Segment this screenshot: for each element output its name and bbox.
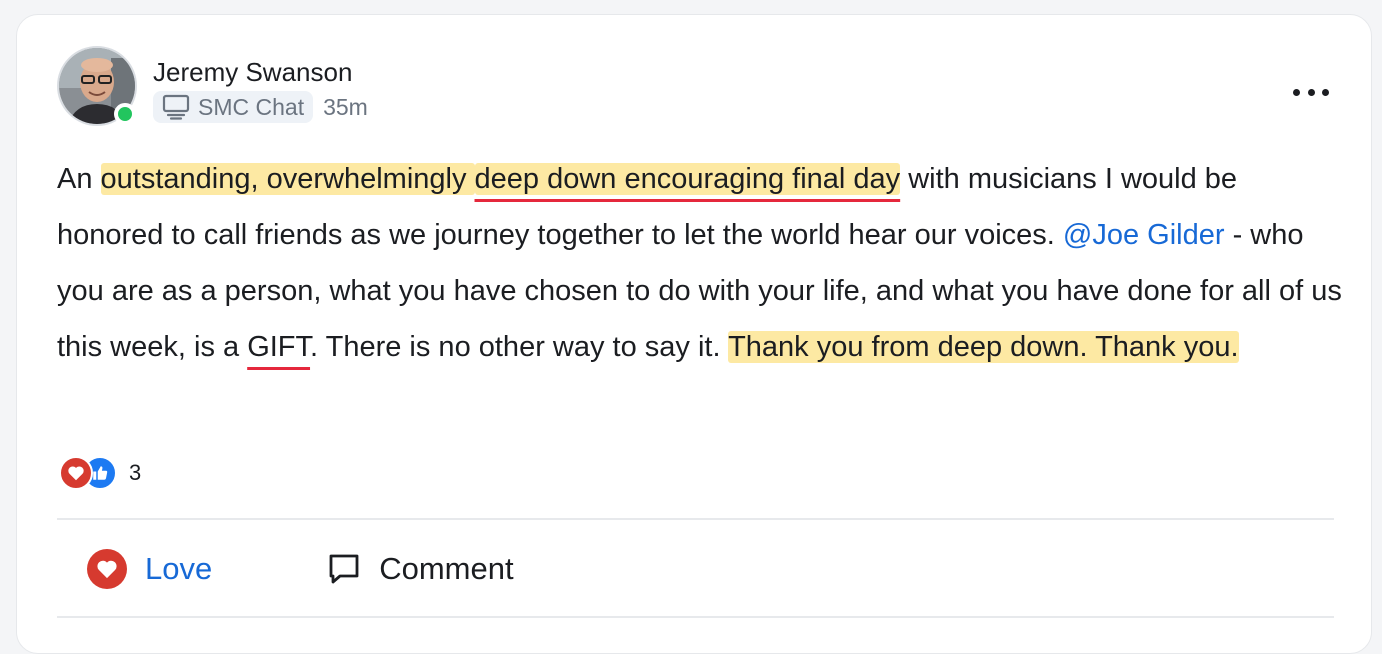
- post-meta: SMC Chat 35m: [153, 90, 368, 124]
- monitor-icon: [162, 94, 190, 120]
- highlighted-text: outstanding, overwhelmingly: [100, 163, 475, 195]
- heart-icon: [87, 549, 127, 589]
- post-body: An outstanding, overwhelmingly deep down…: [57, 151, 1347, 375]
- post-card: Jeremy Swanson SMC Chat 35m An outstandi…: [16, 14, 1372, 654]
- space-name: SMC Chat: [198, 93, 305, 120]
- divider: [57, 518, 1334, 520]
- reaction-summary[interactable]: 3: [59, 455, 141, 491]
- post-header: Jeremy Swanson SMC Chat 35m: [57, 46, 1337, 128]
- speech-bubble-icon: [329, 554, 359, 584]
- author-name[interactable]: Jeremy Swanson: [153, 57, 352, 87]
- love-label: Love: [145, 551, 213, 586]
- highlighted-underlined-text: deep down encouraging final day: [474, 163, 901, 195]
- comment-button[interactable]: Comment: [327, 551, 514, 587]
- post-actions: Love Comment: [87, 545, 514, 593]
- heart-icon: [59, 456, 93, 490]
- space-chip[interactable]: SMC Chat: [153, 91, 314, 123]
- divider: [57, 616, 1334, 618]
- body-text: . There is no other way to say it.: [310, 331, 729, 363]
- love-button[interactable]: Love: [87, 549, 212, 589]
- post-time[interactable]: 35m: [323, 94, 368, 121]
- comment-label: Comment: [379, 551, 514, 586]
- body-text: An: [57, 163, 101, 195]
- reaction-count: 3: [129, 460, 142, 485]
- highlighted-text: Thank you from deep down. Thank you.: [728, 331, 1239, 363]
- more-horizontal-icon[interactable]: [1293, 80, 1329, 104]
- online-status-dot: [114, 103, 136, 125]
- underlined-text: GIFT: [247, 331, 311, 363]
- mention-link[interactable]: @Joe Gilder: [1063, 219, 1225, 251]
